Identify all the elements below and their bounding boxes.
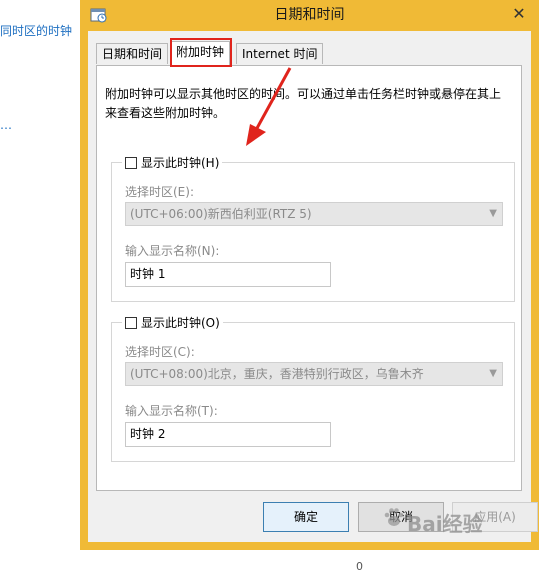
clock2-timezone-value: (UTC+08:00)北京，重庆，香港特别行政区，乌鲁木齐 — [130, 367, 424, 381]
ok-button[interactable]: 确定 — [263, 502, 349, 532]
date-time-dialog: 日期和时间 ✕ 日期和时间 附加时钟 Internet 时间 显示此时钟(H) … — [80, 0, 539, 550]
clock1-timezone-value: (UTC+06:00)新西伯利亚(RTZ 5) — [130, 207, 312, 221]
background-link-2[interactable]: … — [0, 118, 12, 132]
dialog-title: 日期和时间 — [274, 7, 345, 23]
clock1-show-label: 显示此时钟(H) — [141, 156, 220, 170]
clock1-name-label: 输入显示名称(N): — [125, 244, 220, 258]
clock2-group: 显示此时钟(O) 选择时区(C): (UTC+08:00)北京，重庆，香港特别行… — [111, 314, 515, 462]
clock2-name-label: 输入显示名称(T): — [125, 404, 218, 418]
title-bar[interactable]: 日期和时间 ✕ — [80, 0, 539, 30]
checkbox-box[interactable] — [125, 316, 137, 329]
tab-internet-time[interactable]: Internet 时间 — [236, 43, 324, 64]
clock2-show-label: 显示此时钟(O) — [141, 316, 220, 330]
clock2-name-input[interactable]: 时钟 2 — [125, 422, 331, 447]
checkbox-box[interactable] — [125, 156, 137, 169]
clock1-name-input[interactable]: 时钟 1 — [125, 262, 331, 287]
watermark-text: Bai经验 — [407, 512, 483, 536]
close-button[interactable]: ✕ — [505, 3, 533, 25]
watermark: Bai经验 — [383, 498, 513, 538]
clock2-timezone-label: 选择时区(C): — [125, 345, 195, 359]
tab-date-time[interactable]: 日期和时间 — [96, 43, 169, 64]
tab-highlight-box — [170, 38, 232, 67]
clock2-show-checkbox[interactable]: 显示此时钟(O) — [122, 314, 223, 331]
chevron-down-icon: ▼ — [489, 208, 497, 219]
paw-logo-icon — [384, 508, 404, 526]
background-link[interactable]: 同时区的时钟 — [0, 22, 72, 39]
clock1-timezone-select[interactable]: (UTC+06:00)新西伯利亚(RTZ 5) ▼ — [125, 202, 503, 226]
clock1-show-checkbox[interactable]: 显示此时钟(H) — [122, 154, 223, 171]
red-arrow-icon — [246, 67, 292, 146]
chevron-down-icon: ▼ — [489, 368, 497, 379]
clock2-timezone-select[interactable]: (UTC+08:00)北京，重庆，香港特别行政区，乌鲁木齐 ▼ — [125, 362, 503, 386]
clock1-group: 显示此时钟(H) 选择时区(E): (UTC+06:00)新西伯利亚(RTZ 5… — [111, 154, 515, 302]
clock1-timezone-label: 选择时区(E): — [125, 185, 194, 199]
background-bottom-text: 0 — [356, 560, 363, 573]
